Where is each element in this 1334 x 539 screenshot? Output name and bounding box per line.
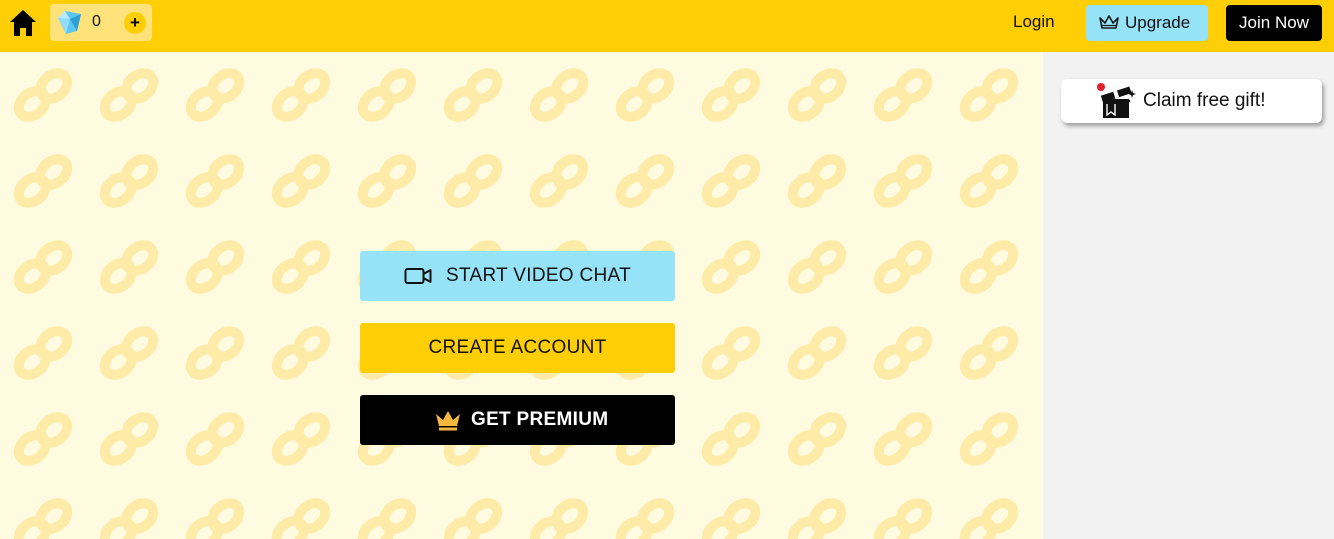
create-account-label: CREATE ACCOUNT bbox=[428, 337, 607, 358]
gem-balance: 0 + bbox=[50, 4, 152, 41]
upgrade-label: Upgrade bbox=[1125, 13, 1191, 32]
crown-icon bbox=[436, 411, 460, 431]
get-premium-label: GET PREMIUM bbox=[471, 409, 609, 430]
get-premium-button[interactable]: GET PREMIUM bbox=[360, 395, 675, 445]
add-gems-button[interactable]: + bbox=[124, 12, 146, 34]
create-account-button[interactable]: CREATE ACCOUNT bbox=[360, 323, 675, 373]
claim-gift-button[interactable]: Claim free gift! bbox=[1061, 79, 1322, 123]
gem-icon bbox=[58, 11, 81, 34]
claim-gift-label: Claim free gift! bbox=[1143, 90, 1266, 111]
start-video-chat-label: START VIDEO CHAT bbox=[446, 265, 631, 286]
join-now-button[interactable]: Join Now bbox=[1226, 5, 1322, 41]
crown-icon bbox=[1099, 15, 1119, 29]
home-icon bbox=[10, 10, 36, 36]
start-video-chat-button[interactable]: START VIDEO CHAT bbox=[360, 251, 675, 301]
upgrade-button[interactable]: Upgrade bbox=[1086, 5, 1208, 41]
login-link[interactable]: Login bbox=[1013, 12, 1055, 32]
top-bar: 0 + Login Upgrade Join Now bbox=[0, 0, 1334, 52]
video-camera-icon bbox=[404, 268, 432, 284]
gem-count: 0 bbox=[92, 13, 101, 30]
home-button[interactable] bbox=[9, 8, 37, 38]
gift-icon bbox=[1097, 83, 1136, 118]
